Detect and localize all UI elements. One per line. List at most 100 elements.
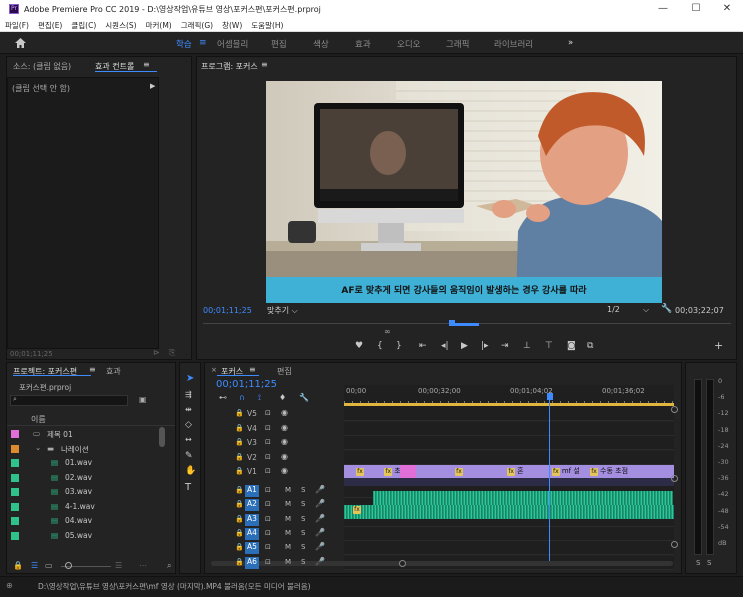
close-button[interactable]: ✕: [712, 2, 742, 16]
track-label[interactable]: V4: [245, 424, 259, 433]
workspace-effects[interactable]: 효과: [355, 38, 371, 50]
step-forward-icon[interactable]: |▸: [481, 341, 489, 351]
mark-out-icon[interactable]: }: [396, 341, 402, 351]
track-lane[interactable]: [344, 407, 674, 421]
track-lane[interactable]: [344, 450, 674, 465]
workspace-assembly[interactable]: 어셈블리: [217, 38, 248, 50]
mute-button[interactable]: M: [285, 543, 291, 551]
label-color-swatch[interactable]: [11, 517, 19, 525]
workspace-color[interactable]: 색상: [313, 38, 329, 50]
mark-in-icon[interactable]: {: [377, 341, 383, 351]
label-color-swatch[interactable]: [11, 488, 19, 496]
solo-button[interactable]: S: [301, 543, 305, 551]
track-lock-icon[interactable]: 🔒: [235, 486, 244, 494]
label-color-swatch[interactable]: [11, 430, 19, 438]
hand-tool-icon[interactable]: ✋: [185, 466, 196, 476]
close-tab-icon[interactable]: ×: [211, 366, 217, 374]
track-label[interactable]: A1: [245, 485, 259, 497]
track-lock-icon[interactable]: 🔒: [235, 467, 244, 475]
menu-marker[interactable]: 마커(M): [141, 18, 176, 31]
go-to-in-icon[interactable]: ⇤: [419, 341, 427, 351]
menu-file[interactable]: 파일(F): [0, 18, 33, 31]
toggle-sync-lock-icon[interactable]: ⊡: [265, 500, 271, 508]
maximize-button[interactable]: ☐: [681, 2, 711, 16]
toggle-sync-lock-icon[interactable]: ⊡: [265, 486, 271, 494]
track-label[interactable]: A5: [245, 542, 259, 555]
track-lock-icon[interactable]: 🔒: [235, 438, 244, 446]
title-clip[interactable]: [400, 465, 416, 478]
toggle-sync-lock-icon[interactable]: ⊡: [265, 409, 271, 417]
microphone-icon[interactable]: 🎤: [315, 557, 325, 566]
work-area-bar[interactable]: [344, 403, 674, 406]
track-lock-icon[interactable]: 🔒: [235, 558, 244, 566]
menu-sequence[interactable]: 시퀀스(S): [100, 18, 140, 31]
track-lock-icon[interactable]: 🔒: [235, 424, 244, 432]
panel-menu-icon[interactable]: ≡: [143, 60, 150, 69]
tab-effects[interactable]: 효과: [106, 366, 121, 377]
project-scrollbar[interactable]: [159, 427, 165, 447]
add-marker-icon[interactable]: ♥: [355, 341, 363, 351]
eye-icon[interactable]: ◉: [281, 452, 288, 461]
zoom-slider-handle[interactable]: [65, 562, 72, 569]
menu-window[interactable]: 창(W): [217, 18, 246, 31]
settings-wrench-icon[interactable]: 🔧: [661, 304, 672, 314]
horizontal-scroll-handle[interactable]: [399, 560, 406, 567]
track-lane[interactable]: [344, 436, 674, 450]
track-lane[interactable]: [344, 526, 674, 541]
icon-view-icon[interactable]: ▭: [45, 561, 53, 570]
menu-edit[interactable]: 편집(E): [33, 18, 66, 31]
track-label[interactable]: A3: [245, 513, 259, 526]
vertical-scroll-handle[interactable]: [671, 541, 678, 548]
track-select-tool-icon[interactable]: ⇶: [185, 390, 192, 399]
list-item[interactable]: ▤ 02.wav: [7, 471, 157, 485]
vertical-scroll-handle[interactable]: [671, 406, 678, 413]
label-color-swatch[interactable]: [11, 473, 19, 482]
track-lock-icon[interactable]: 🔒: [235, 453, 244, 461]
label-color-swatch[interactable]: [11, 459, 19, 467]
track-label[interactable]: A6: [245, 556, 259, 569]
label-color-swatch[interactable]: [11, 502, 19, 511]
add-button[interactable]: +: [714, 339, 723, 352]
slip-tool-icon[interactable]: ↔: [185, 435, 192, 444]
linked-selection-icon[interactable]: ⟟: [258, 393, 261, 403]
toggle-sync-lock-icon[interactable]: ⊡: [265, 558, 271, 566]
microphone-icon[interactable]: 🎤: [315, 499, 325, 508]
mute-button[interactable]: M: [285, 558, 291, 566]
track-label[interactable]: V5: [245, 409, 259, 418]
label-color-swatch[interactable]: [11, 444, 19, 453]
workspace-learning[interactable]: 학습: [176, 38, 192, 50]
track-lock-icon[interactable]: 🔒: [235, 500, 244, 508]
pen-tool-icon[interactable]: ✎: [185, 451, 193, 461]
v1-clip-strip[interactable]: fx fx 초 fx fx 혼 fx mf 설 fx 수동 초점: [344, 465, 674, 478]
list-view-icon[interactable]: ☰: [31, 561, 38, 570]
label-color-swatch[interactable]: [11, 531, 19, 540]
track-label[interactable]: A2: [245, 499, 259, 512]
a2-audio-clip[interactable]: [373, 491, 673, 505]
timeline-playhead-handle[interactable]: [547, 393, 553, 400]
solo-right-button[interactable]: S: [707, 559, 711, 567]
microphone-icon[interactable]: 🎤: [315, 514, 325, 523]
zoom-handle-icon[interactable]: ∞: [384, 327, 391, 336]
chevron-down-icon[interactable]: ⌄: [35, 443, 41, 452]
workspace-graphics[interactable]: 그래픽: [446, 38, 469, 50]
eye-icon[interactable]: ◉: [281, 423, 288, 432]
video-frame[interactable]: AF로 맞추게 되면 강사들의 움직임이 발생하는 경우 강사를 따라: [266, 81, 662, 303]
filter-icon[interactable]: ⊳: [153, 348, 160, 357]
solo-button[interactable]: S: [301, 515, 305, 523]
list-item[interactable]: ▤ 03.wav: [7, 485, 157, 499]
track-label[interactable]: V2: [245, 453, 259, 462]
menu-graphics[interactable]: 그래픽(G): [176, 18, 217, 31]
resolution-dropdown[interactable]: 1/2 ⌵: [607, 305, 651, 314]
mute-button[interactable]: M: [285, 515, 291, 523]
track-lock-icon[interactable]: 🔒: [235, 409, 244, 417]
toggle-sync-lock-icon[interactable]: ⊡: [265, 424, 271, 432]
step-back-icon[interactable]: ◂|: [441, 341, 449, 351]
mute-button[interactable]: M: [285, 486, 291, 494]
toggle-sync-lock-icon[interactable]: ⊡: [265, 467, 271, 475]
sort-icon[interactable]: ☰: [115, 561, 122, 570]
track-label[interactable]: V3: [245, 438, 259, 447]
track-lock-icon[interactable]: 🔒: [235, 529, 244, 537]
play-icon[interactable]: ▶: [461, 341, 468, 351]
expand-arrow-icon[interactable]: ▶: [150, 82, 155, 90]
solo-button[interactable]: S: [301, 558, 305, 566]
